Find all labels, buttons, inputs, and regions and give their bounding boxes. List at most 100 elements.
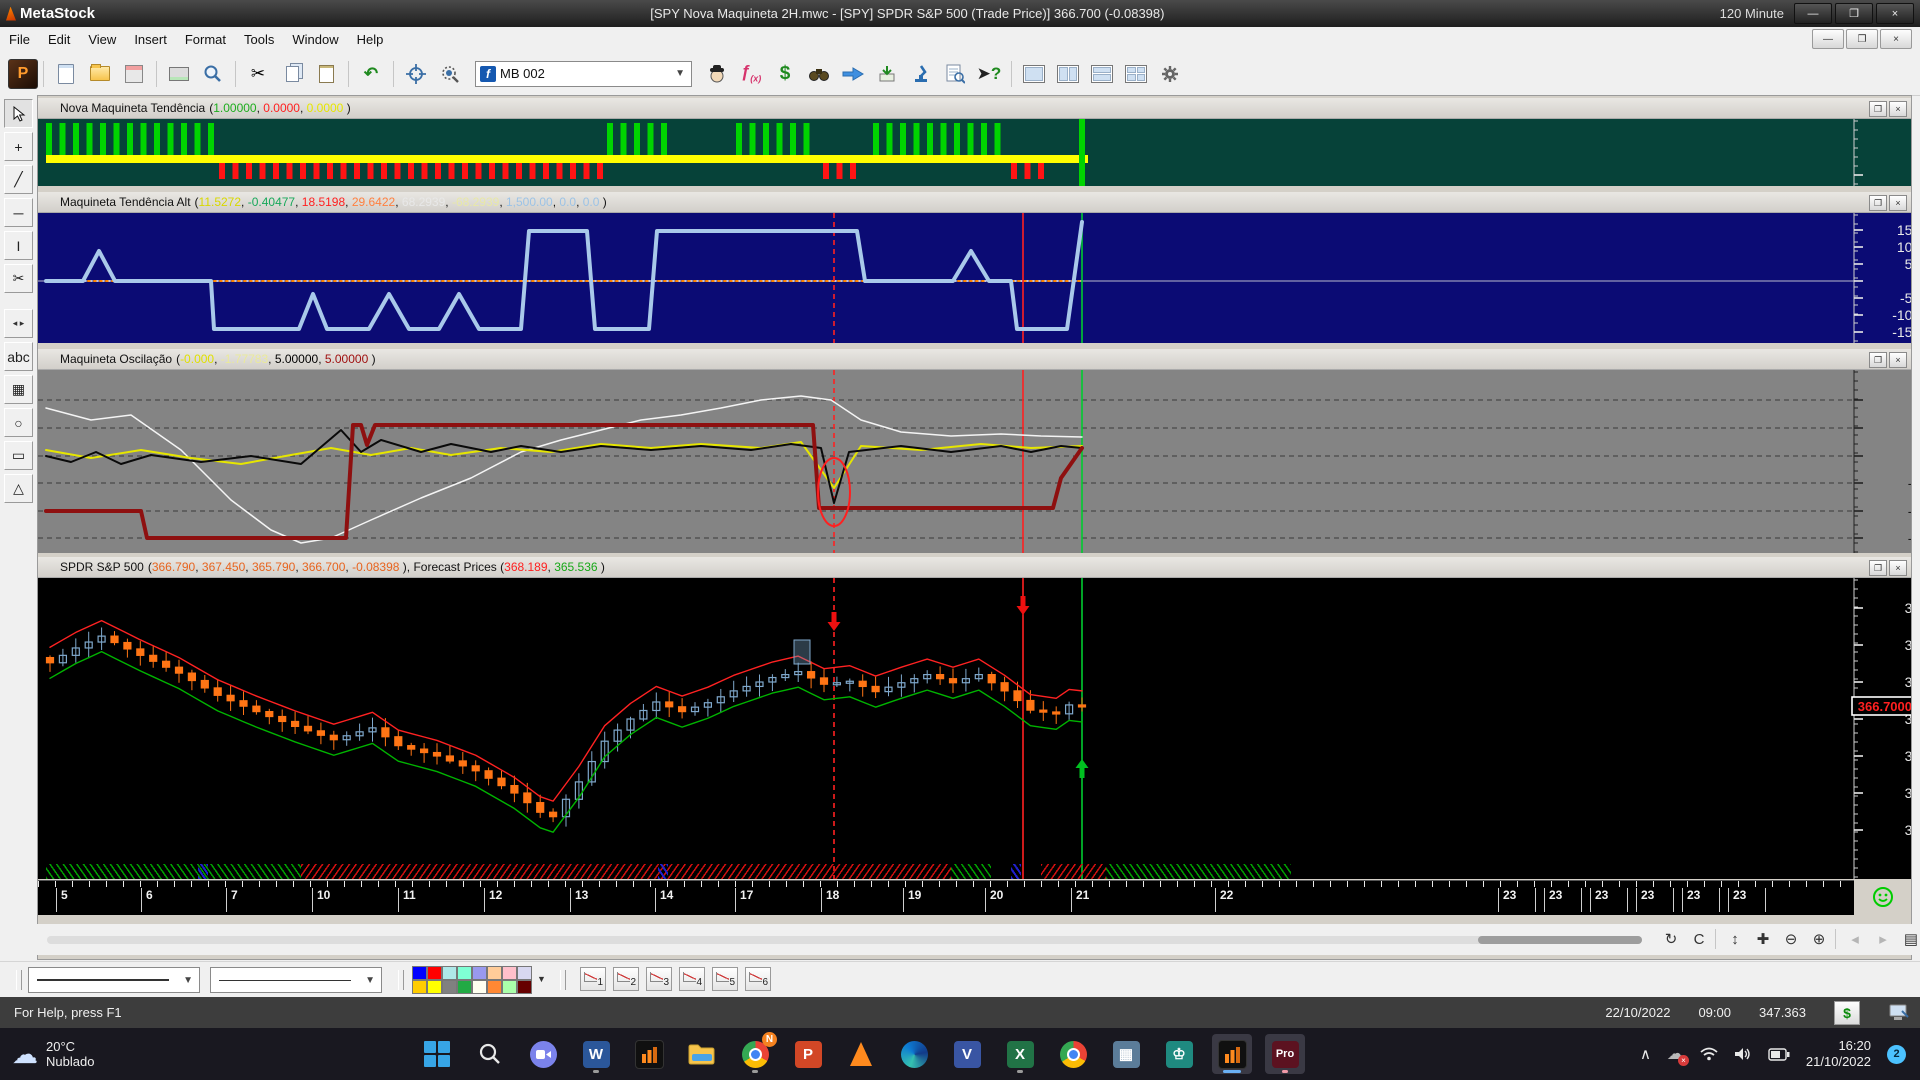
child-minimize-button[interactable]: —	[1812, 29, 1844, 49]
color-swatch[interactable]	[442, 980, 457, 994]
page-back-button[interactable]: ◂	[1843, 927, 1867, 951]
menu-help[interactable]: Help	[348, 29, 393, 50]
color-swatch[interactable]	[412, 966, 427, 980]
panel-restore-button[interactable]: ❐	[1869, 560, 1887, 576]
cut-button[interactable]: ✂	[242, 58, 274, 90]
taskbar-file-explorer[interactable]	[682, 1034, 722, 1074]
pattern-tool[interactable]: ▦	[4, 375, 33, 404]
panel-restore-button[interactable]: ❐	[1869, 101, 1887, 117]
taskbar-adobe-pro[interactable]: Pro	[1265, 1034, 1305, 1074]
template-button-5[interactable]: 5	[712, 967, 738, 991]
new-document-button[interactable]	[50, 58, 82, 90]
panel-close-button[interactable]: ×	[1889, 101, 1907, 117]
menu-edit[interactable]: Edit	[39, 29, 79, 50]
spdr-sp500-price-chart[interactable]: 380375370365360355350366.7000	[38, 578, 1911, 879]
datalink-icon[interactable]	[1888, 1003, 1912, 1023]
menu-tools[interactable]: Tools	[235, 29, 283, 50]
color-swatch[interactable]	[472, 980, 487, 994]
zoom-in-button[interactable]: ⊕	[1807, 927, 1831, 951]
close-button[interactable]: ×	[1876, 3, 1914, 24]
color-swatch[interactable]	[457, 980, 472, 994]
taskbar-powerpoint[interactable]: P	[788, 1034, 828, 1074]
child-restore-button[interactable]: ❐	[1846, 29, 1878, 49]
tray-chevron-icon[interactable]: ∧	[1640, 1045, 1651, 1063]
copy-button[interactable]	[276, 58, 308, 90]
taskbar-search[interactable]	[470, 1034, 510, 1074]
color-swatch[interactable]	[412, 980, 427, 994]
taskbar-word[interactable]: W	[576, 1034, 616, 1074]
taskbar-metastock[interactable]	[629, 1034, 669, 1074]
volume-icon[interactable]	[1734, 1047, 1752, 1061]
restore-button[interactable]: ❐	[1835, 3, 1873, 24]
onedrive-error-icon[interactable]: ☁×	[1667, 1044, 1684, 1064]
rectangle-tool[interactable]: ▭	[4, 441, 33, 470]
options-gear-button[interactable]	[1154, 58, 1186, 90]
color-swatch[interactable]	[472, 966, 487, 980]
dollar-button[interactable]: $	[1834, 1001, 1860, 1025]
maquineta-oscilacao-chart[interactable]: 20100-10-20-30	[38, 370, 1911, 553]
color-swatch[interactable]	[517, 966, 532, 980]
tile-grid-button[interactable]	[1120, 58, 1152, 90]
layout-button[interactable]	[871, 58, 903, 90]
indicator-builder-button[interactable]: ƒ(x)	[735, 58, 767, 90]
menu-window[interactable]: Window	[283, 29, 347, 50]
undo-button[interactable]: ↶	[355, 58, 387, 90]
color-swatch[interactable]	[427, 980, 442, 994]
taskbar-chrome-2[interactable]	[1053, 1034, 1093, 1074]
color-swatch[interactable]	[502, 980, 517, 994]
taskbar-edge[interactable]	[894, 1034, 934, 1074]
trendline-tool[interactable]: ╱	[4, 165, 33, 194]
zoom-out-button[interactable]: ⊖	[1779, 927, 1803, 951]
list-view-button[interactable]: ▤	[1899, 927, 1920, 951]
color-swatch[interactable]	[487, 980, 502, 994]
template-button-6[interactable]: 6	[745, 967, 771, 991]
tile-vertical-button[interactable]	[1052, 58, 1084, 90]
color-swatch[interactable]	[457, 966, 472, 980]
paste-button[interactable]	[310, 58, 342, 90]
scale-vertical-button[interactable]: ↕	[1723, 927, 1747, 951]
downloader-button[interactable]	[837, 58, 869, 90]
crosshair-pointer-button[interactable]	[400, 58, 432, 90]
palette-dropdown-icon[interactable]: ▼	[537, 974, 546, 984]
page-forward-button[interactable]: ▸	[1871, 927, 1895, 951]
color-swatch[interactable]	[502, 966, 517, 980]
explorer-button[interactable]	[803, 58, 835, 90]
horizontal-line-tool[interactable]: ─	[4, 198, 33, 227]
triangle-tool[interactable]: △	[4, 474, 33, 503]
taskbar-excel[interactable]: X	[1000, 1034, 1040, 1074]
taskbar-metastock-active[interactable]	[1212, 1034, 1252, 1074]
template-button-1[interactable]: 1	[580, 967, 606, 991]
panel-restore-button[interactable]: ❐	[1869, 195, 1887, 211]
taskbar-start[interactable]	[417, 1034, 457, 1074]
pan-button[interactable]: ✚	[1751, 927, 1775, 951]
taskbar-teams-chat[interactable]	[523, 1034, 563, 1074]
taskbar-chrome[interactable]: N	[735, 1034, 775, 1074]
template-combo[interactable]: f MB 002 ▼	[475, 61, 692, 87]
panel-close-button[interactable]: ×	[1889, 195, 1907, 211]
crosshair-tool[interactable]: +	[4, 132, 33, 161]
menu-format[interactable]: Format	[176, 29, 235, 50]
toolbar-grip[interactable]	[16, 970, 22, 990]
scroll-left-right[interactable]: ◂ ▸	[4, 309, 33, 338]
notification-badge[interactable]: 2	[1887, 1045, 1906, 1064]
template-button-4[interactable]: 4	[679, 967, 705, 991]
report-button[interactable]	[939, 58, 971, 90]
cascade-windows-button[interactable]	[1018, 58, 1050, 90]
horizontal-scrollbar[interactable]	[47, 936, 1642, 944]
battery-icon[interactable]	[1768, 1048, 1790, 1061]
weather-widget[interactable]: ☁ 20°C Nublado	[0, 1039, 222, 1070]
collapse-c-button[interactable]: C	[1687, 927, 1711, 951]
pointer-tool[interactable]	[4, 99, 33, 128]
color-swatch[interactable]	[487, 966, 502, 980]
microscope-button[interactable]	[905, 58, 937, 90]
menu-view[interactable]: View	[79, 29, 125, 50]
color-swatch[interactable]	[427, 966, 442, 980]
power-console-button[interactable]: P	[8, 59, 38, 89]
template-button-2[interactable]: 2	[613, 967, 639, 991]
panel-restore-button[interactable]: ❐	[1869, 352, 1887, 368]
delete-tool[interactable]: ✂	[4, 264, 33, 293]
line-style-combo[interactable]: ▼	[28, 967, 200, 993]
nova-maquineta-tendencia-chart[interactable]: 0	[38, 119, 1911, 186]
tile-horizontal-button[interactable]	[1086, 58, 1118, 90]
taskbar-calculator[interactable]: ▦	[1106, 1034, 1146, 1074]
